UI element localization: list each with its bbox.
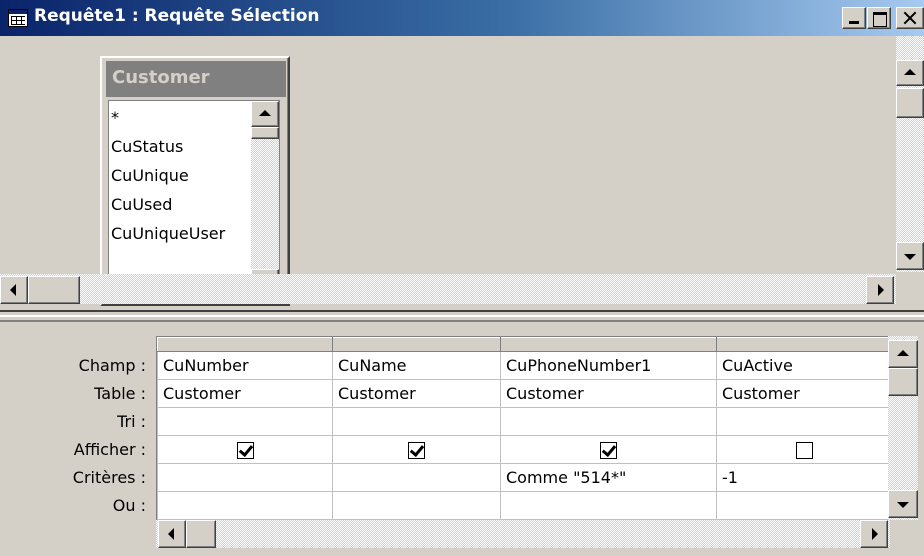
close-button[interactable]	[896, 7, 924, 29]
table-cell[interactable]: Customer	[716, 379, 888, 408]
scroll-thumb[interactable]	[896, 88, 924, 118]
criteres-cell[interactable]: -1	[716, 463, 888, 492]
show-checkbox[interactable]	[795, 442, 813, 459]
champ-cell[interactable]: CuName	[332, 351, 501, 380]
grid-vertical-scrollbar[interactable]	[888, 336, 918, 520]
field-item[interactable]: CuStatus	[111, 132, 251, 161]
column-selector-row	[157, 337, 888, 352]
query-design-icon[interactable]	[8, 9, 28, 27]
scroll-left-icon[interactable]	[158, 520, 186, 548]
scroll-down-icon[interactable]	[896, 242, 924, 270]
pane-splitter[interactable]	[0, 310, 924, 322]
criteres-cell[interactable]	[332, 463, 501, 492]
grid-row-afficher	[157, 435, 888, 464]
ou-cell[interactable]	[157, 491, 333, 520]
scroll-up-icon[interactable]	[896, 60, 924, 86]
column-selector[interactable]	[500, 337, 717, 352]
grid-row-tri	[157, 407, 888, 436]
tri-cell[interactable]	[716, 407, 888, 436]
scroll-up-icon[interactable]	[251, 101, 279, 127]
title-bar[interactable]: Requête1 : Requête Sélection	[0, 0, 924, 36]
scroll-left-icon[interactable]	[0, 276, 28, 304]
field-list-scrollbar[interactable]	[251, 101, 279, 295]
scroll-right-icon[interactable]	[866, 276, 894, 304]
show-checkbox[interactable]	[236, 442, 254, 459]
table-cell[interactable]: Customer	[157, 379, 333, 408]
field-item-all[interactable]: *	[111, 103, 251, 132]
column-selector[interactable]	[157, 337, 333, 352]
field-list-title[interactable]: Customer	[106, 61, 286, 97]
afficher-cell	[716, 435, 888, 464]
scroll-thumb[interactable]	[888, 368, 918, 396]
grid-row-table: Customer Customer Customer Customer	[157, 379, 888, 408]
ou-cell[interactable]	[332, 491, 501, 520]
scroll-down-icon[interactable]	[888, 490, 918, 518]
field-item[interactable]: CuUniqueUser	[111, 219, 251, 248]
afficher-cell	[500, 435, 717, 464]
grid-row-ou	[157, 491, 888, 520]
field-list-body: * CuStatus CuUnique CuUsed CuUniqueUser	[108, 100, 280, 296]
grid-row-champ: CuNumber CuName CuPhoneNumber1 CuActive	[157, 351, 888, 380]
table-pane-horizontal-scrollbar[interactable]	[0, 274, 896, 304]
scroll-thumb[interactable]	[251, 127, 279, 139]
customer-field-list[interactable]: Customer * CuStatus CuUnique CuUsed CuUn…	[100, 56, 290, 306]
window-title: Requête1 : Requête Sélection	[34, 6, 320, 26]
tri-cell[interactable]	[332, 407, 501, 436]
champ-cell[interactable]: CuActive	[716, 351, 888, 380]
design-grid-pane: Champ : Table : Tri : Afficher : Critère…	[0, 322, 924, 556]
field-item[interactable]: CuUnique	[111, 161, 251, 190]
table-pane-vertical-scrollbar[interactable]	[896, 36, 924, 272]
champ-cell[interactable]: CuNumber	[157, 351, 333, 380]
field-item[interactable]: CuUsed	[111, 190, 251, 219]
grid-horizontal-scrollbar[interactable]	[156, 520, 890, 548]
row-label-champ: Champ :	[78, 356, 146, 375]
grid-row-labels: Champ : Table : Tri : Afficher : Critère…	[0, 352, 154, 520]
maximize-button[interactable]	[867, 7, 891, 29]
tri-cell[interactable]	[157, 407, 333, 436]
scroll-up-icon[interactable]	[888, 340, 918, 368]
ou-cell[interactable]	[716, 491, 888, 520]
grid-row-criteres: Comme "514*" -1	[157, 463, 888, 492]
champ-cell[interactable]: CuPhoneNumber1	[500, 351, 717, 380]
show-checkbox[interactable]	[408, 442, 425, 459]
design-grid[interactable]: CuNumber CuName CuPhoneNumber1 CuActive …	[156, 336, 888, 520]
afficher-cell	[332, 435, 501, 464]
ou-cell[interactable]	[500, 491, 717, 520]
row-label-criteres: Critères :	[72, 468, 146, 487]
table-cell[interactable]: Customer	[332, 379, 501, 408]
row-label-table: Table :	[94, 384, 146, 403]
query-window: Requête1 : Requête Sélection Customer * …	[0, 0, 924, 556]
show-checkbox[interactable]	[600, 442, 617, 459]
table-cell[interactable]: Customer	[500, 379, 717, 408]
tri-cell[interactable]	[500, 407, 717, 436]
table-pane: Customer * CuStatus CuUnique CuUsed CuUn…	[0, 36, 924, 310]
row-label-tri: Tri :	[117, 412, 146, 431]
criteres-cell[interactable]	[157, 463, 333, 492]
column-selector[interactable]	[332, 337, 501, 352]
row-label-ou: Ou :	[112, 496, 146, 515]
scroll-right-icon[interactable]	[860, 520, 888, 548]
minimize-button[interactable]	[842, 7, 866, 29]
afficher-cell	[157, 435, 333, 464]
column-selector[interactable]	[716, 337, 888, 352]
row-label-afficher: Afficher :	[73, 440, 146, 459]
scroll-thumb[interactable]	[28, 276, 80, 304]
scroll-thumb[interactable]	[186, 520, 216, 548]
criteres-cell[interactable]: Comme "514*"	[500, 463, 717, 492]
